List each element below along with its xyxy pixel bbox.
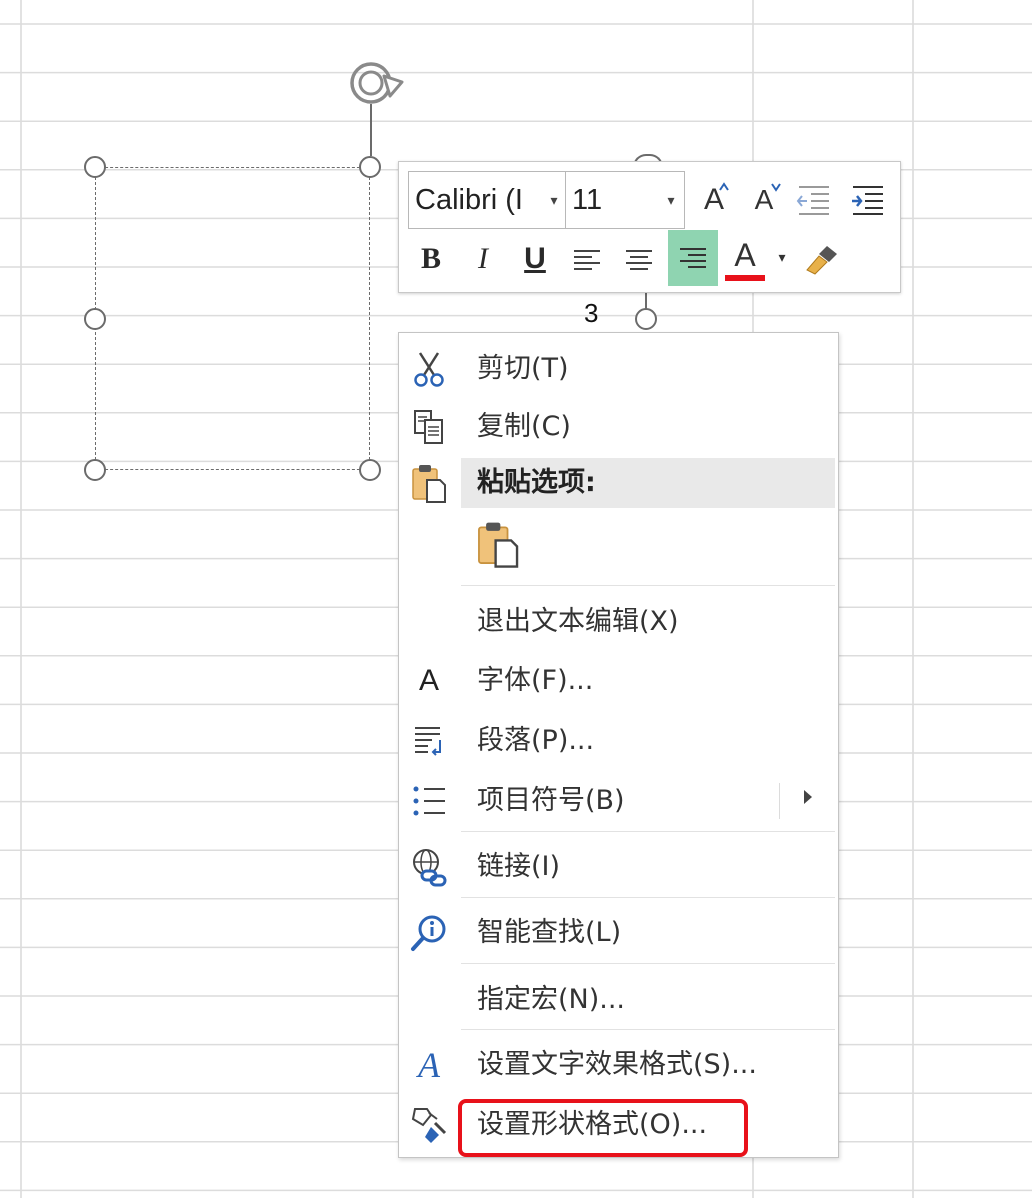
down-caret-icon [771, 183, 781, 192]
font-color-button[interactable]: A [723, 232, 767, 286]
chevron-down-icon[interactable]: ▾ [658, 192, 684, 209]
italic-button[interactable]: I [463, 234, 503, 284]
font-color-dropdown[interactable]: ▾ [771, 246, 793, 270]
menu-item-label: 复制(C) [477, 411, 571, 442]
handle-middle-right[interactable] [635, 308, 657, 330]
smart-lookup-icon [409, 913, 449, 953]
menu-separator [461, 831, 835, 832]
font-color-swatch [725, 275, 765, 281]
menu-item-label: 字体(F)... [477, 665, 594, 696]
align-left-icon [574, 250, 600, 270]
context-menu: 剪切(T) 复制(C) 粘贴选项: 退出文本编辑(X) A 字体(F)... 段… [398, 332, 839, 1158]
menu-separator [461, 963, 835, 964]
menu-item-label: 设置文字效果格式(S)... [477, 1049, 757, 1080]
align-right-icon [680, 248, 706, 268]
menu-item-bullets[interactable]: 项目符号(B) [399, 773, 838, 829]
align-center-button[interactable] [619, 236, 659, 284]
highlight-annotation-box [458, 1099, 748, 1157]
handle-bottom-left[interactable] [84, 459, 106, 481]
align-center-icon [626, 250, 652, 270]
menu-item-label: 链接(I) [477, 851, 561, 882]
menu-item-copy[interactable]: 复制(C) [399, 399, 838, 455]
align-left-button[interactable] [567, 236, 607, 284]
font-name-combobox[interactable]: Calibri (I ▾ [408, 171, 566, 229]
scissors-icon [409, 349, 449, 389]
menu-item-cut[interactable]: 剪切(T) [399, 341, 838, 397]
underline-button[interactable]: U [515, 234, 555, 284]
up-caret-icon [719, 182, 729, 191]
shape-text-number: 3 [584, 298, 599, 328]
menu-item-link[interactable]: 链接(I) [399, 839, 838, 895]
shrink-font-button[interactable]: A [745, 174, 783, 226]
increase-indent-button[interactable] [847, 180, 887, 220]
paste-icon [478, 522, 519, 568]
paragraph-icon [409, 721, 449, 761]
font-size-combobox[interactable]: 11 ▾ [565, 171, 685, 229]
font-size-value: 11 [572, 183, 603, 216]
mini-toolbar: Calibri (I ▾ 11 ▾ A A B I U A ▾ [398, 161, 901, 293]
text-effects-icon: A [409, 1045, 449, 1085]
selected-shape[interactable] [95, 167, 370, 470]
font-color-icon: A [734, 237, 756, 273]
rotate-icon[interactable] [344, 56, 408, 110]
connector-stem [645, 293, 647, 309]
bullets-icon [409, 781, 449, 821]
text-effects-glyph: A [418, 1045, 440, 1085]
handle-bottom-middle[interactable] [359, 459, 381, 481]
copy-icon [409, 407, 449, 447]
menu-item-label: 剪切(T) [477, 353, 569, 384]
menu-item-paragraph[interactable]: 段落(P)... [399, 713, 838, 769]
bold-button[interactable]: B [411, 234, 451, 284]
decrease-indent-button[interactable] [793, 180, 833, 220]
format-painter-button[interactable] [801, 236, 845, 282]
align-right-button[interactable] [668, 230, 718, 286]
menu-item-assign-macro[interactable]: 指定宏(N)... [399, 972, 838, 1028]
chevron-right-icon[interactable] [804, 790, 812, 804]
menu-separator [461, 1029, 835, 1030]
grow-font-button[interactable]: A [695, 174, 733, 226]
paste-icon [409, 463, 449, 503]
menu-item-format-text-effects[interactable]: A 设置文字效果格式(S)... [399, 1037, 838, 1093]
paste-options-label: 粘贴选项: [477, 467, 596, 498]
menu-item-label: 段落(P)... [477, 725, 595, 756]
menu-item-label: 指定宏(N)... [477, 984, 626, 1015]
menu-separator [461, 585, 835, 586]
increase-indent-icon [852, 186, 883, 215]
chevron-down-icon[interactable]: ▾ [543, 192, 565, 209]
font-name-value: Calibri (I [415, 183, 523, 216]
paste-options-header: 粘贴选项: [461, 458, 835, 508]
rotation-handle-stem [370, 104, 372, 156]
menu-separator [461, 897, 835, 898]
link-icon [409, 847, 449, 887]
menu-item-label: 项目符号(B) [477, 785, 625, 816]
paste-keep-source-button[interactable] [475, 519, 525, 573]
chevron-down-icon: ▾ [778, 250, 786, 266]
menu-item-font[interactable]: A 字体(F)... [399, 653, 838, 709]
menu-item-label: 智能查找(L) [477, 917, 622, 948]
format-shape-icon [409, 1105, 449, 1145]
handle-top-middle[interactable] [359, 156, 381, 178]
menu-item-smart-lookup[interactable]: 智能查找(L) [399, 905, 838, 961]
menu-item-exit-text-edit[interactable]: 退出文本编辑(X) [399, 594, 838, 650]
decrease-indent-icon [796, 186, 829, 215]
format-painter-icon [806, 246, 837, 275]
font-glyph: A [418, 664, 439, 697]
handle-top-left[interactable] [84, 156, 106, 178]
menu-item-label: 退出文本编辑(X) [477, 606, 679, 637]
submenu-divider [779, 783, 780, 819]
font-icon: A [409, 661, 449, 701]
handle-middle-left[interactable] [84, 308, 106, 330]
